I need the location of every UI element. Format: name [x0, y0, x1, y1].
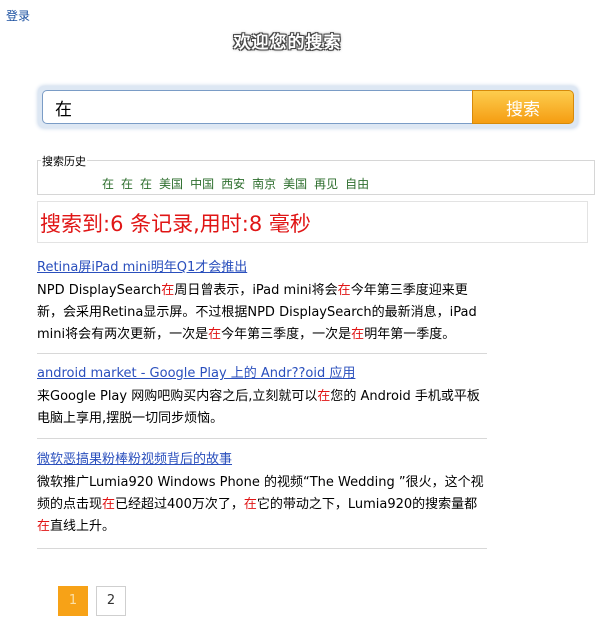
search-history-item[interactable]: 自由: [345, 177, 369, 191]
result-snippet: NPD DisplaySearch在周日曾表示，iPad mini将会在今年第三…: [37, 280, 487, 346]
keyword-highlight: 在: [243, 497, 257, 512]
keyword-highlight: 在: [208, 327, 222, 342]
snippet-text: 它的带动之下，Lumia920的搜索量都: [256, 497, 478, 512]
page-button-2[interactable]: 2: [96, 586, 126, 616]
keyword-highlight: 在: [351, 327, 365, 342]
search-input[interactable]: [42, 90, 472, 124]
search-history-item[interactable]: 在: [121, 177, 133, 191]
snippet-text: 明年第一季度。: [364, 327, 456, 342]
result-title-link[interactable]: 微软恶搞果粉棒粉视频背后的故事: [37, 451, 487, 469]
result-title-link[interactable]: Retina屏iPad mini明年Q1才会推出: [37, 259, 487, 277]
search-history: 搜索历史 在在在美国 中国 西安 南京 美国 再见 自由: [37, 153, 595, 195]
login-link[interactable]: 登录: [6, 7, 30, 24]
snippet-text: 周日曾表示，iPad mini将会: [174, 283, 338, 298]
search-box: 搜索: [38, 86, 578, 128]
search-history-item[interactable]: 在: [102, 177, 114, 191]
keyword-highlight: 在: [161, 283, 175, 298]
search-result: android market - Google Play 上的 Andr??oi…: [37, 354, 487, 439]
search-history-item[interactable]: 在: [140, 177, 152, 191]
search-history-item[interactable]: 中国: [190, 177, 214, 191]
search-history-item[interactable]: 美国: [159, 177, 183, 191]
search-result: 微软恶搞果粉棒粉视频背后的故事微软推广Lumia920 Windows Phon…: [37, 439, 487, 549]
search-result: Retina屏iPad mini明年Q1才会推出 NPD DisplaySearc…: [37, 259, 487, 354]
keyword-highlight: 在: [317, 389, 331, 404]
page-button-1[interactable]: 1: [58, 586, 88, 616]
keyword-highlight: 在: [102, 497, 116, 512]
search-history-legend: 搜索历史: [41, 153, 87, 169]
result-summary: 搜索到:6 条记录,用时:8 毫秒: [37, 201, 588, 243]
search-history-item[interactable]: 南京: [252, 177, 276, 191]
result-snippet: 微软推广Lumia920 Windows Phone 的视频“The Weddi…: [37, 472, 487, 538]
search-history-item[interactable]: 美国: [283, 177, 307, 191]
result-title-link[interactable]: android market - Google Play 上的 Andr??oi…: [37, 365, 487, 383]
search-history-item[interactable]: 西安: [221, 177, 245, 191]
keyword-highlight: 在: [337, 283, 351, 298]
result-snippet: 来Google Play 网购吧购买内容之后,立刻就可以在您的 Android …: [37, 386, 487, 430]
snippet-text: 直线上升。: [50, 519, 116, 534]
keyword-highlight: 在: [37, 519, 51, 534]
snippet-text: 来Google Play 网购吧购买内容之后,立刻就可以: [37, 389, 318, 404]
snippet-text: 今年第三季度，一次是: [221, 327, 352, 342]
search-button[interactable]: 搜索: [472, 90, 574, 124]
search-history-item[interactable]: 再见: [314, 177, 338, 191]
search-history-list: 在在在美国 中国 西安 南京 美国 再见 自由: [102, 175, 376, 192]
snippet-text: 已经超过400万次了，: [115, 497, 244, 512]
snippet-text: NPD DisplaySearch: [37, 283, 162, 298]
pagination: 12: [58, 586, 134, 616]
welcome-banner: 欢迎您的搜索: [233, 33, 342, 53]
result-list: Retina屏iPad mini明年Q1才会推出 NPD DisplaySearc…: [37, 259, 487, 549]
